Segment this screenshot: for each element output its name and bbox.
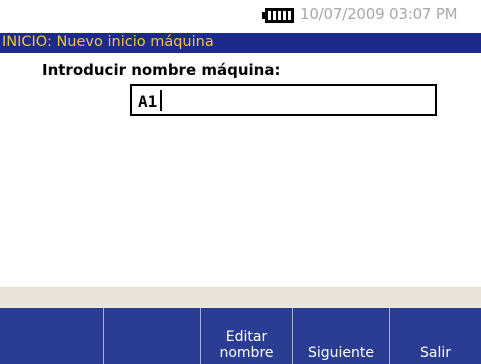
exit-button[interactable]: Salir <box>390 308 481 364</box>
edit-name-button[interactable]: Editar nombre <box>201 308 293 364</box>
page-title: INICIO: Nuevo inicio máquina <box>2 34 214 50</box>
next-button[interactable]: Siguiente <box>293 308 390 364</box>
softkey-1[interactable] <box>0 308 104 364</box>
machine-name-input[interactable]: A1 <box>130 84 437 116</box>
text-caret <box>160 90 162 111</box>
status-bar: 10/07/2009 03:07 PM <box>0 0 481 30</box>
edit-name-label: Editar nombre <box>219 329 274 361</box>
exit-label: Salir <box>419 345 451 361</box>
battery-full-icon <box>262 8 294 23</box>
title-bar: INICIO: Nuevo inicio máquina <box>0 33 481 53</box>
softkey-bar: Editar nombre Siguiente Salir <box>0 308 481 364</box>
device-screen: 10/07/2009 03:07 PM INICIO: Nuevo inicio… <box>0 0 481 364</box>
datetime: 10/07/2009 03:07 PM <box>300 5 458 23</box>
info-strip <box>0 287 481 308</box>
machine-name-value: A1 <box>138 92 158 111</box>
softkey-2[interactable] <box>104 308 201 364</box>
prompt-label: Introducir nombre máquina: <box>42 61 281 79</box>
next-label: Siguiente <box>307 345 374 361</box>
